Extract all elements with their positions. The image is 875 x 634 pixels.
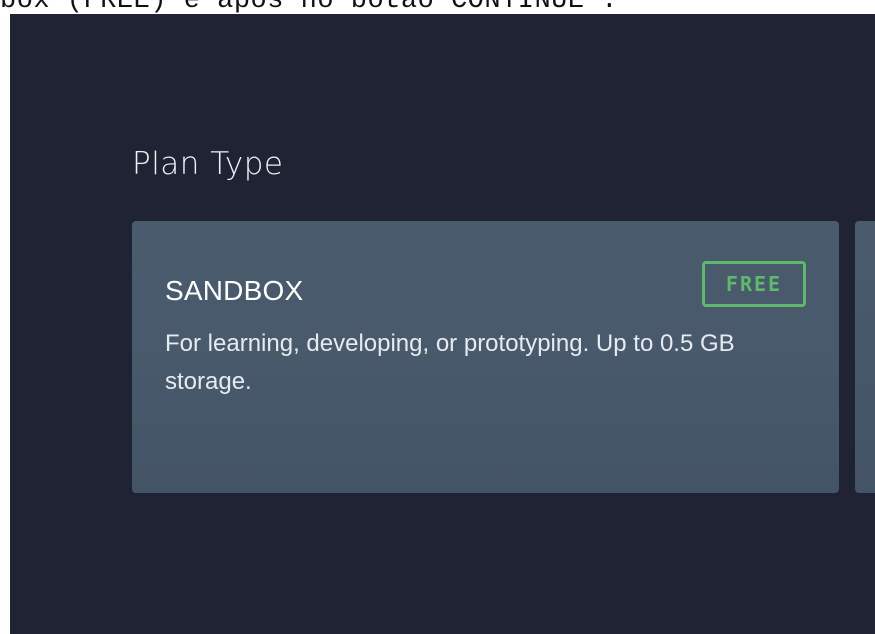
plan-name: SANDBOX: [165, 275, 304, 306]
plan-description: For learning, developing, or prototyping…: [165, 330, 735, 395]
plan-selection-panel: Plan Type SANDBOX FREE For learning, dev…: [10, 14, 875, 634]
plan-card-sandbox[interactable]: SANDBOX FREE For learning, developing, o…: [132, 221, 839, 493]
plan-card-next-partial[interactable]: [855, 221, 875, 493]
free-badge: FREE: [702, 261, 806, 307]
plan-type-heading: Plan Type: [132, 146, 284, 182]
